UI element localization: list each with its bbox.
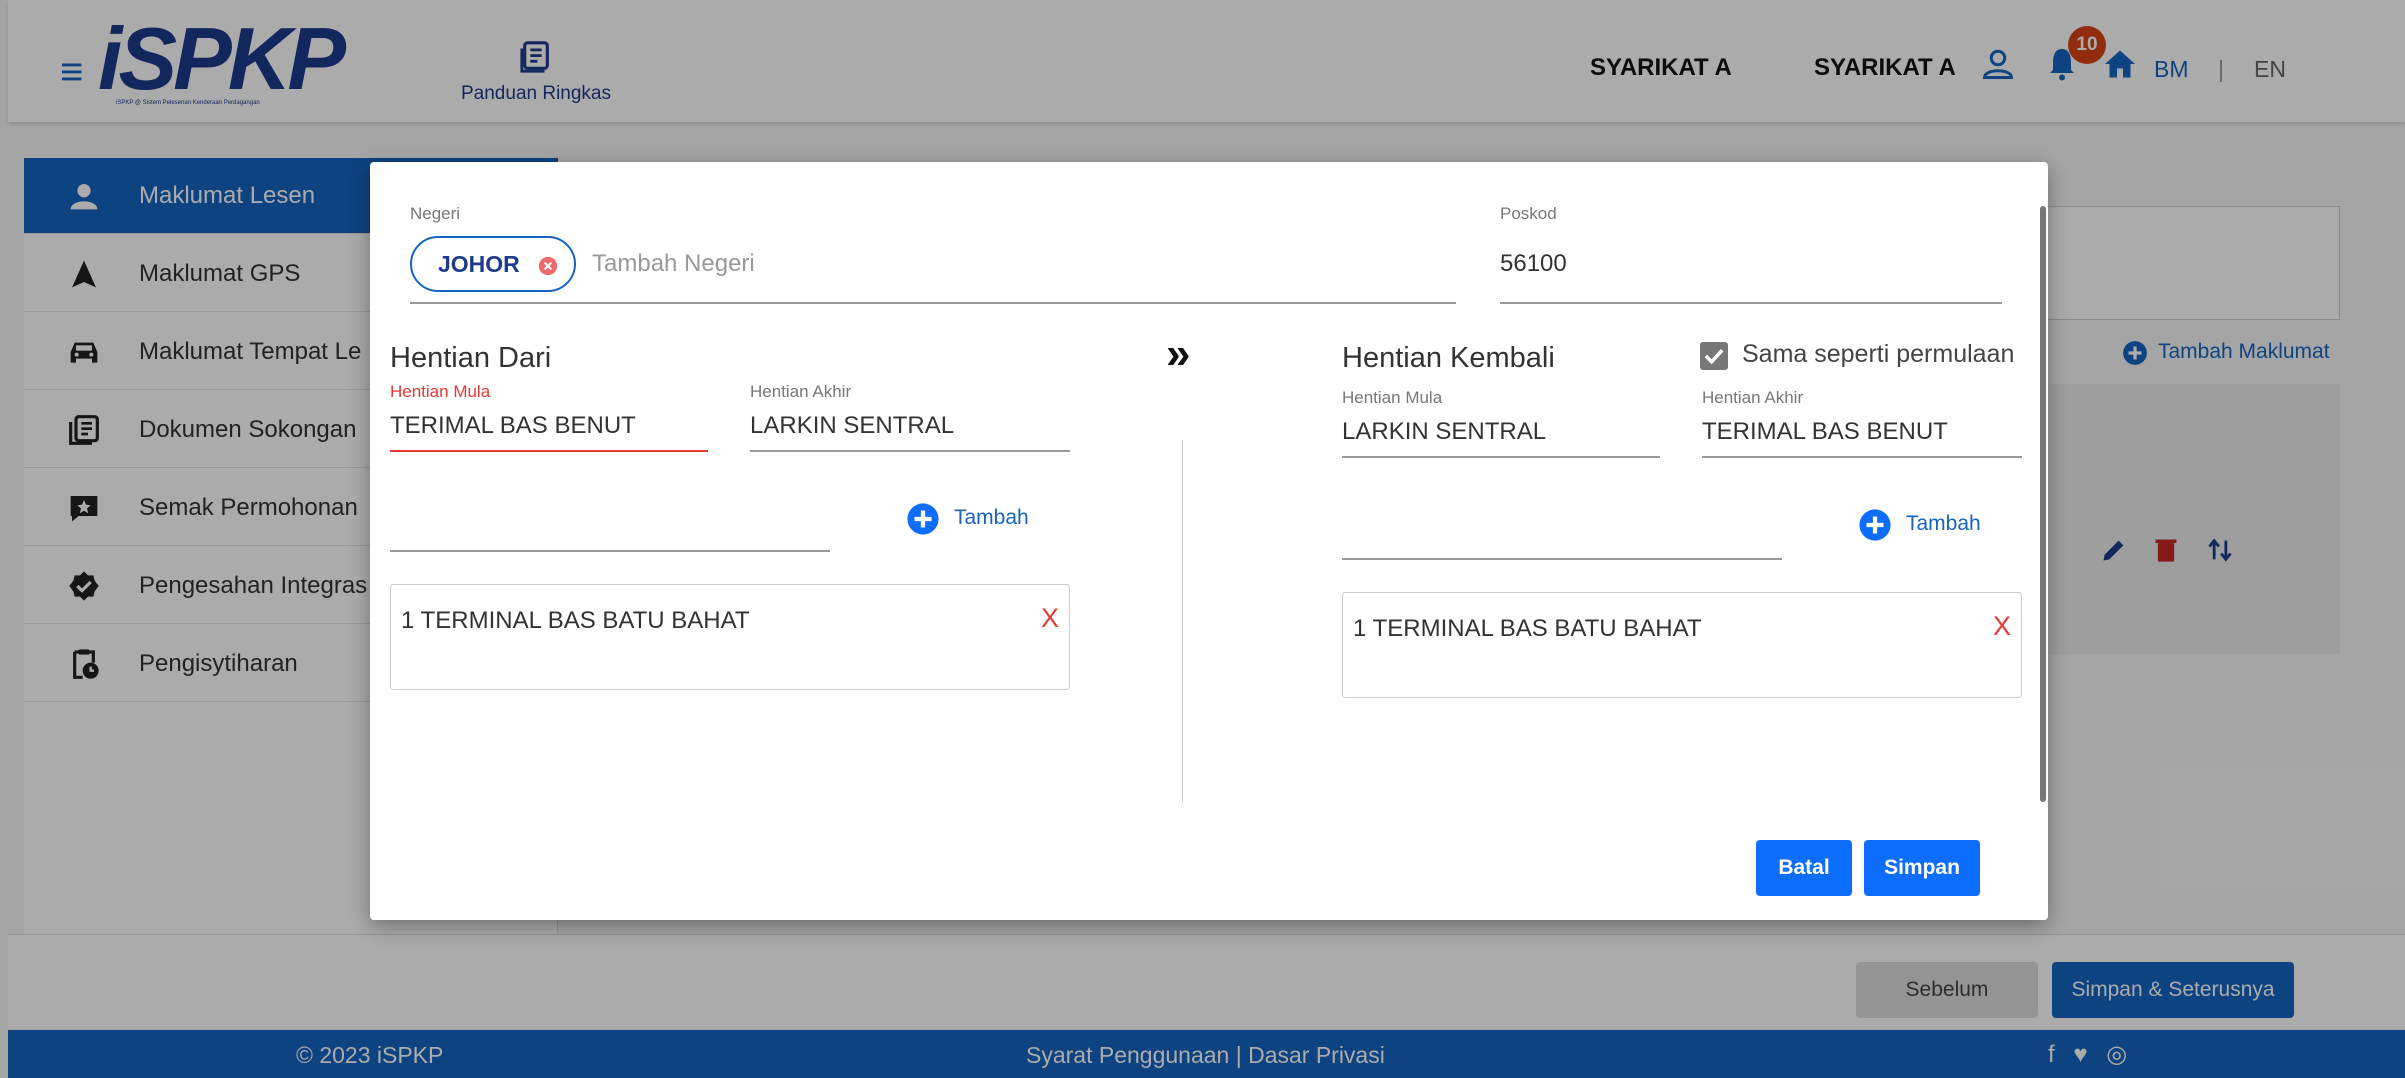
left-start-label: Hentian Mula [390, 382, 491, 401]
negeri-chip: JOHOR [410, 236, 576, 292]
right-end-label: Hentian Akhir [1702, 388, 1804, 407]
left-add-button[interactable]: Tambah [954, 506, 1029, 530]
negeri-input[interactable]: Tambah Negeri [592, 250, 755, 278]
left-end-underline [750, 450, 1070, 452]
dialog-scrollbar[interactable] [2040, 206, 2046, 802]
same-as-start-checkbox[interactable] [1700, 342, 1728, 370]
right-start-label: Hentian Mula [1342, 388, 1443, 407]
right-end-input[interactable]: TERIMAL BAS BENUT [1702, 418, 1948, 446]
hentian-kembali-title: Hentian Kembali [1342, 342, 1555, 374]
list-item: 1 TERMINAL BAS BATU BAHAT [401, 607, 750, 634]
add-circle-icon[interactable] [906, 502, 940, 536]
save-button[interactable]: Simpan [1864, 840, 1980, 896]
left-end-input[interactable]: LARKIN SENTRAL [750, 412, 954, 440]
negeri-chip-label: JOHOR [438, 251, 520, 277]
right-start-underline [1342, 456, 1660, 458]
chip-remove-icon[interactable] [538, 256, 558, 276]
negeri-underline [410, 302, 1456, 304]
poskod-underline [1500, 302, 2002, 304]
remove-stop-button[interactable]: X [1993, 611, 2011, 642]
list-item: 1 TERMINAL BAS BATU BAHAT [1353, 615, 1702, 642]
poskod-label: Poskod [1500, 204, 1557, 223]
left-start-underline [390, 450, 708, 452]
right-end-underline [1702, 456, 2022, 458]
route-stops-dialog: Negeri JOHOR Tambah Negeri Poskod 56100 … [370, 162, 2048, 920]
poskod-input[interactable]: 56100 [1500, 250, 1567, 278]
same-as-start-label[interactable]: Sama seperti permulaan [1742, 340, 2014, 369]
left-stop-list: 1 TERMINAL BAS BATU BAHAT X [390, 584, 1070, 690]
right-add-button[interactable]: Tambah [1906, 512, 1981, 536]
hentian-dari-title: Hentian Dari [390, 342, 552, 374]
column-divider [1182, 440, 1183, 802]
remove-stop-button[interactable]: X [1041, 603, 1059, 634]
right-start-input[interactable]: LARKIN SENTRAL [1342, 418, 1546, 446]
left-add-stop-input[interactable] [390, 550, 830, 552]
right-add-stop-input[interactable] [1342, 558, 1782, 560]
cancel-button[interactable]: Batal [1756, 840, 1852, 896]
double-chevron-right-icon: » [1166, 329, 1191, 378]
negeri-label: Negeri [410, 204, 461, 223]
left-end-label: Hentian Akhir [750, 382, 852, 401]
left-start-input[interactable]: TERIMAL BAS BENUT [390, 412, 636, 440]
add-circle-icon[interactable] [1858, 508, 1892, 542]
right-stop-list: 1 TERMINAL BAS BATU BAHAT X [1342, 592, 2022, 698]
